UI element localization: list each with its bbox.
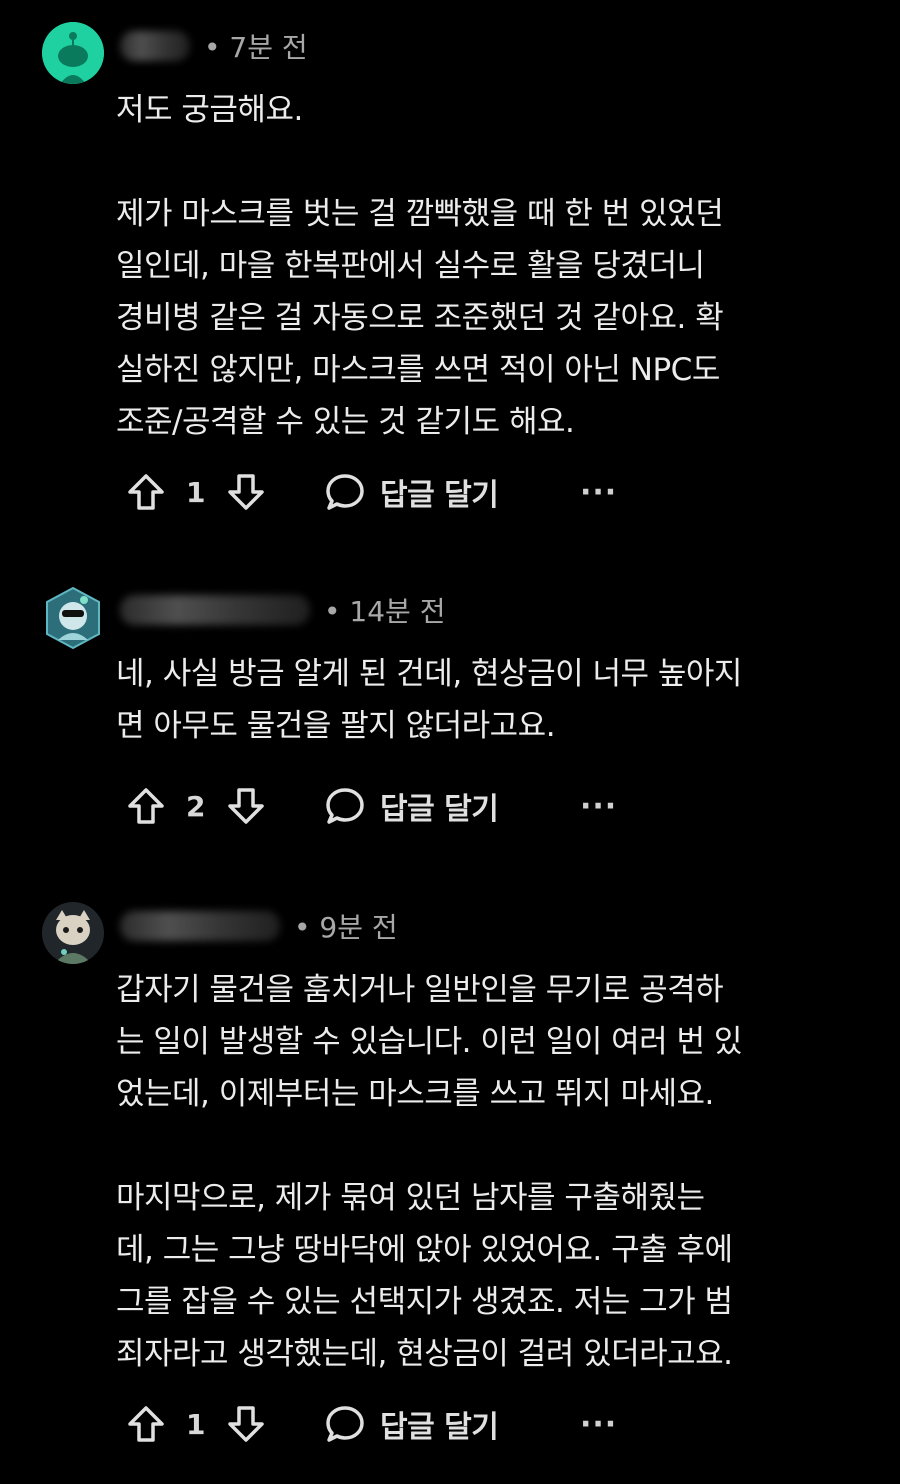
comment-bubble-icon: [326, 788, 364, 824]
vote-count: 1: [186, 1407, 206, 1441]
comment-time: • 14분 전: [324, 595, 446, 628]
comment-3: • 9분 전 갑자기 물건을 훔치거나 일반인을 무기로 공격하 는 일이 발생…: [0, 870, 900, 1484]
redacted-username[interactable]: [120, 31, 190, 61]
reply-label: 답글 달기: [380, 792, 499, 827]
comment-body: 저도 궁금해요. 제가 마스크를 벗는 걸 깜빡했을 때 한 번 있었던 일인데…: [116, 92, 724, 440]
more-icon: ···: [580, 474, 618, 510]
comment-meta: • 7분 전: [120, 26, 308, 66]
vote-count-wrap: 2: [186, 778, 205, 834]
downvote-icon: [228, 474, 264, 510]
user-avatar[interactable]: [44, 586, 102, 650]
vote-count-wrap: 1: [186, 1396, 205, 1452]
more-button[interactable]: ···: [580, 1396, 617, 1452]
more-button[interactable]: ···: [580, 464, 617, 520]
upvote-button[interactable]: [124, 1396, 168, 1452]
upvote-button[interactable]: [124, 464, 168, 520]
downvote-icon: [228, 788, 264, 824]
downvote-icon: [228, 1406, 264, 1442]
reply-label: 답글 달기: [380, 1410, 499, 1445]
comment-actions: 1 답글 달기 ···: [124, 1396, 644, 1452]
reply-label: 답글 달기: [380, 478, 499, 513]
user-avatar[interactable]: [42, 902, 104, 964]
more-button[interactable]: ···: [580, 778, 617, 834]
vote-count: 2: [186, 789, 206, 823]
character-avatar-icon: [42, 902, 104, 964]
upvote-icon: [128, 788, 164, 824]
downvote-button[interactable]: [224, 778, 268, 834]
upvote-icon: [128, 1406, 164, 1442]
vote-count: 1: [186, 475, 206, 509]
comment-bubble-icon: [326, 474, 364, 510]
comment-meta: • 9분 전: [120, 906, 398, 946]
reply-button[interactable]: 답글 달기: [324, 464, 499, 520]
user-avatar[interactable]: [42, 22, 104, 84]
comment-time: • 9분 전: [294, 911, 398, 944]
comment-meta: • 14분 전: [120, 590, 445, 630]
comment-body: 네, 사실 방금 알게 된 건데, 현상금이 너무 높아지 면 아무도 물건을 …: [116, 656, 742, 744]
downvote-button[interactable]: [224, 1396, 268, 1452]
more-icon: ···: [580, 788, 618, 824]
reply-button[interactable]: 답글 달기: [324, 778, 499, 834]
upvote-icon: [128, 474, 164, 510]
snoo-avatar-icon: [42, 22, 104, 84]
comment-time: • 7분 전: [204, 31, 308, 64]
upvote-button[interactable]: [124, 778, 168, 834]
comment-actions: 2 답글 달기 ···: [124, 778, 644, 834]
hexagon-avatar-icon: [46, 586, 100, 650]
downvote-button[interactable]: [224, 464, 268, 520]
comment-1: • 7분 전 저도 궁금해요. 제가 마스크를 벗는 걸 깜빡했을 때 한 번 …: [0, 0, 900, 560]
redacted-username[interactable]: [120, 911, 280, 941]
comment-bubble-icon: [326, 1406, 364, 1442]
vote-count-wrap: 1: [186, 464, 205, 520]
redacted-username[interactable]: [120, 595, 310, 625]
comment-2: • 14분 전 네, 사실 방금 알게 된 건데, 현상금이 너무 높아지 면 …: [0, 560, 900, 860]
comment-actions: 1 답글 달기 ···: [124, 464, 644, 520]
more-icon: ···: [580, 1406, 618, 1442]
reply-button[interactable]: 답글 달기: [324, 1396, 499, 1452]
comment-body: 갑자기 물건을 훔치거나 일반인을 무기로 공격하 는 일이 발생할 수 있습니…: [116, 972, 742, 1372]
